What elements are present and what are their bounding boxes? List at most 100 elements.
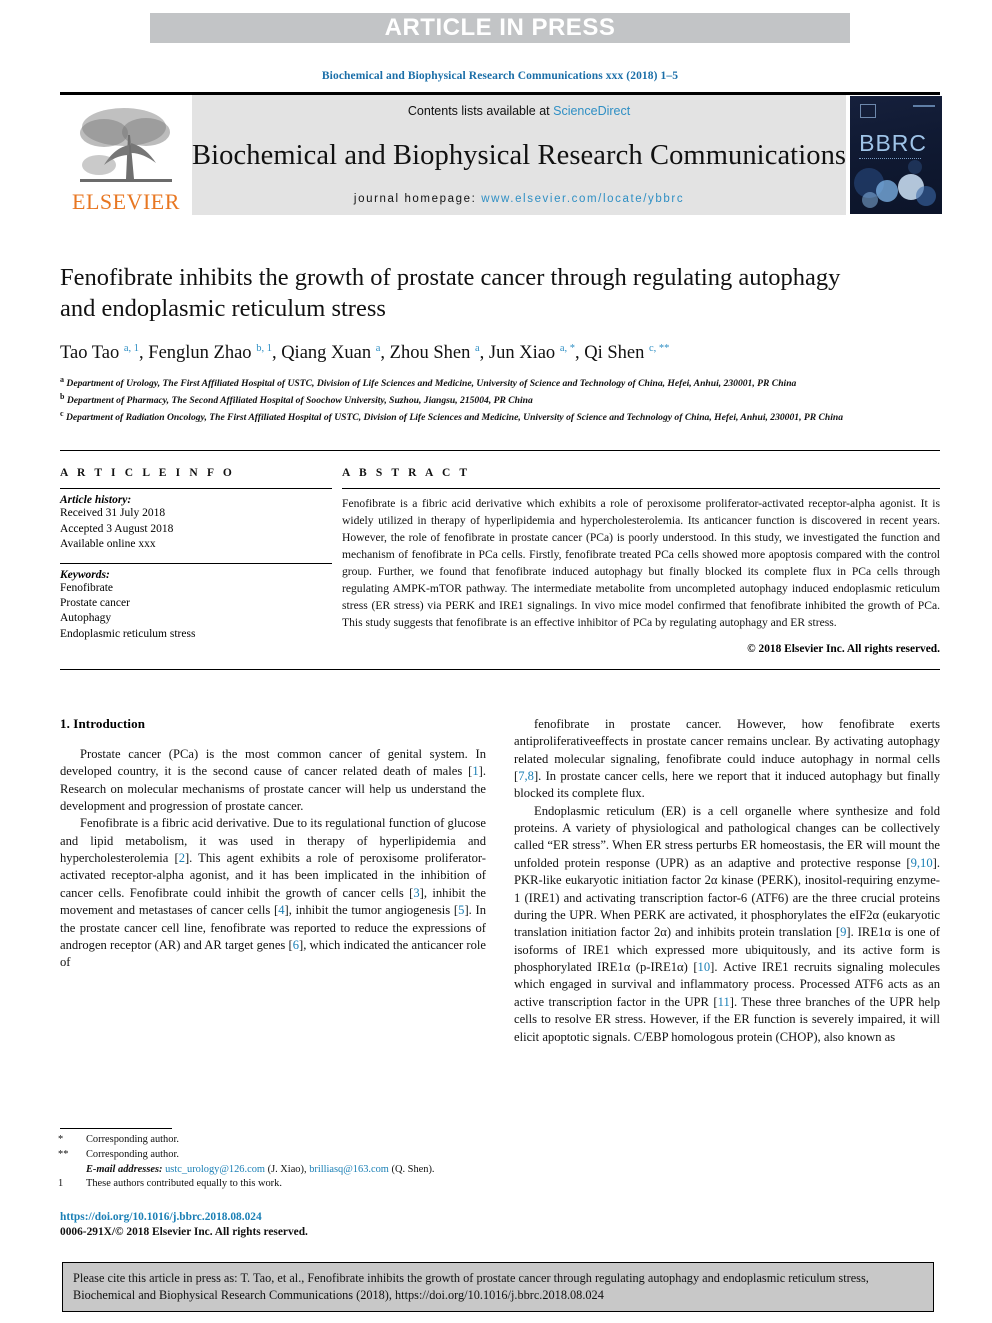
- footnote-email-owner-2: (Q. Shen).: [391, 1163, 435, 1175]
- journal-title: Biochemical and Biophysical Research Com…: [192, 139, 847, 171]
- keyword-item-2: Prostate cancer: [60, 597, 130, 610]
- issn-copyright-line: 0006-291X/© 2018 Elsevier Inc. All right…: [60, 1226, 308, 1239]
- intro-paragraphs-left: Prostate cancer (PCa) is the most common…: [60, 746, 486, 972]
- keywords-group: Keywords: Fenofibrate Prostate cancer Au…: [60, 564, 332, 653]
- article-info-heading: A R T I C L E I N F O: [60, 467, 235, 480]
- journal-cover-wrap: BBRC: [846, 95, 943, 215]
- paragraph-text: Prostate cancer (PCa) is the most common…: [60, 746, 486, 779]
- author-affiliation-marker: a, 1: [123, 342, 140, 354]
- footnote-equal-contribution-text: These authors contributed equally to thi…: [86, 1178, 282, 1190]
- keyword-item-1: Fenofibrate: [60, 581, 114, 594]
- sciencedirect-link[interactable]: ScienceDirect: [553, 104, 630, 118]
- page-content: Biochemical and Biophysical Research Com…: [60, 0, 943, 1046]
- affiliation-list: a Department of Urology, The First Affil…: [60, 374, 930, 424]
- author-name: Tao Tao: [60, 342, 124, 363]
- abstract-heading: A B S T R A C T: [342, 467, 471, 480]
- cover-bbrc-label: BBRC: [859, 130, 928, 156]
- author-separator: ,: [574, 342, 585, 363]
- affiliation-item: b Department of Pharmacy, The Second Aff…: [60, 391, 930, 408]
- body-paragraph: fenofibrate in prostate cancer. However,…: [514, 716, 940, 803]
- footnote-mark-one: 1: [58, 1178, 64, 1190]
- body-paragraph: Prostate cancer (PCa) is the most common…: [60, 746, 486, 816]
- contents-list-line: Contents lists available at ScienceDirec…: [408, 104, 630, 118]
- elsevier-mini-logo-icon: [860, 104, 877, 118]
- author-separator: ,: [479, 342, 489, 363]
- abstract-column: A B S T R A C T Fenofibrate is a fibric …: [332, 467, 940, 655]
- journal-homepage-link[interactable]: www.elsevier.com/locate/ybbrc: [481, 193, 684, 205]
- cover-bokeh-5: [862, 192, 879, 208]
- author-affiliation-marker: c, **: [648, 342, 670, 354]
- elsevier-wordmark: ELSEVIER: [72, 189, 180, 214]
- footnote-equal-contribution: 1 These authors contributed equally to th…: [58, 1177, 486, 1192]
- keyword-item-3: Autophagy: [60, 612, 112, 625]
- paper-title: Fenofibrate inhibits the growth of prost…: [60, 264, 841, 322]
- homepage-prefix: journal homepage:: [353, 193, 482, 205]
- affiliation-text: Department of Radiation Oncology, The Fi…: [63, 411, 844, 423]
- author-affiliation-marker: a, *: [559, 342, 575, 354]
- doi-link[interactable]: https://doi.org/10.1016/j.bbrc.2018.08.0…: [60, 1210, 490, 1225]
- article-history-group: Article history: Received 31 July 2018 A…: [60, 489, 332, 562]
- journal-cover-image: BBRC: [850, 96, 943, 214]
- footnote-corresponding-1: * Corresponding author.: [58, 1133, 486, 1148]
- author-separator: ,: [380, 342, 390, 363]
- affiliation-text: Department of Urology, The First Affilia…: [64, 378, 797, 390]
- title-block: Fenofibrate inhibits the growth of prost…: [60, 263, 940, 424]
- please-cite-box: Please cite this article in press as: T.…: [62, 1262, 934, 1313]
- elsevier-tree-icon: [80, 108, 172, 182]
- article-history-label: Article history:: [60, 494, 132, 507]
- author-name: Qi Shen: [584, 342, 649, 363]
- footnote-email-label: E-mail addresses:: [86, 1163, 163, 1175]
- body-column-left: 1. Introduction Prostate cancer (PCa) is…: [60, 716, 486, 1046]
- abstract-text: Fenofibrate is a fibric acid derivative …: [342, 497, 940, 629]
- citation-reference[interactable]: 9,10: [911, 856, 933, 870]
- body-column-right: fenofibrate in prostate cancer. However,…: [514, 716, 940, 1046]
- affiliation-text: Department of Pharmacy, The Second Affil…: [64, 394, 533, 406]
- running-head: Biochemical and Biophysical Research Com…: [321, 70, 679, 82]
- cover-dotted-rule: [859, 158, 922, 159]
- author-separator: ,: [271, 342, 282, 363]
- author-affiliation-marker: b, 1: [256, 342, 272, 354]
- contents-prefix: Contents lists available at: [407, 104, 554, 118]
- info-abstract-band: A R T I C L E I N F O Article history: R…: [60, 451, 940, 655]
- article-history-received: Received 31 July 2018: [60, 507, 166, 520]
- footnote-mark-star: *: [58, 1134, 64, 1145]
- author-separator: ,: [139, 342, 149, 363]
- cover-bokeh-4: [916, 186, 937, 206]
- elsevier-logo: ELSEVIER: [60, 95, 192, 215]
- section-title-introduction: 1. Introduction: [60, 715, 146, 731]
- footnote-corresponding-2: ** Corresponding author.: [58, 1148, 486, 1163]
- footnote-email-link-1[interactable]: ustc_urology@126.com: [165, 1164, 265, 1175]
- cover-bokeh-6: [908, 160, 923, 174]
- footnote-email-owner-1: (J. Xiao),: [267, 1163, 307, 1175]
- footnote-email-link-2[interactable]: brilliasq@163.com: [309, 1164, 389, 1175]
- journal-homepage-line: journal homepage: www.elsevier.com/locat…: [354, 193, 684, 205]
- citation-reference[interactable]: 11: [718, 995, 730, 1009]
- paragraph-text: Endoplasmic reticulum (ER) is a cell org…: [514, 803, 940, 870]
- article-history-online: Available online xxx: [60, 538, 156, 551]
- body-paragraph: Endoplasmic reticulum (ER) is a cell org…: [514, 803, 940, 1046]
- body-two-column-layout: 1. Introduction Prostate cancer (PCa) is…: [60, 716, 940, 1046]
- footnotes-block: * Corresponding author. ** Corresponding a…: [58, 1128, 486, 1192]
- abstract-copyright: © 2018 Elsevier Inc. All rights reserved…: [747, 642, 940, 655]
- info-band-bottom-rule: [60, 668, 940, 670]
- article-history-accepted: Accepted 3 August 2018: [60, 522, 174, 535]
- affiliation-item: a Department of Urology, The First Affil…: [60, 374, 930, 391]
- author-name: Fenglun Zhao: [148, 342, 257, 363]
- citation-reference[interactable]: 10: [698, 960, 711, 974]
- keywords-label: Keywords:: [60, 568, 110, 581]
- cover-corner-tag: [913, 105, 936, 107]
- footnote-corresponding-2-text: Corresponding author.: [86, 1148, 179, 1160]
- body-paragraph: Fenofibrate is a fibric acid derivative.…: [60, 815, 486, 971]
- author-list: Tao Tao a, 1, Fenglun Zhao b, 1, Qiang X…: [60, 342, 940, 365]
- cover-bokeh-2: [876, 180, 899, 202]
- please-cite-text: Please cite this article in press as: T.…: [73, 1271, 869, 1302]
- affiliation-item: c Department of Radiation Oncology, The …: [60, 408, 930, 425]
- doi-block: https://doi.org/10.1016/j.bbrc.2018.08.0…: [60, 1210, 490, 1241]
- footnote-corresponding-1-text: Corresponding author.: [86, 1134, 179, 1145]
- footnote-emails: E-mail addresses: ustc_urology@126.com (…: [60, 1163, 486, 1178]
- paragraph-text: ], inhibit the tumor angiogenesis [: [284, 903, 459, 918]
- footnote-separator-rule: [60, 1128, 172, 1129]
- footnote-mark-doublestar: **: [58, 1148, 69, 1160]
- intro-paragraphs-right: fenofibrate in prostate cancer. However,…: [514, 716, 940, 1046]
- citation-reference[interactable]: 7,8: [518, 769, 534, 783]
